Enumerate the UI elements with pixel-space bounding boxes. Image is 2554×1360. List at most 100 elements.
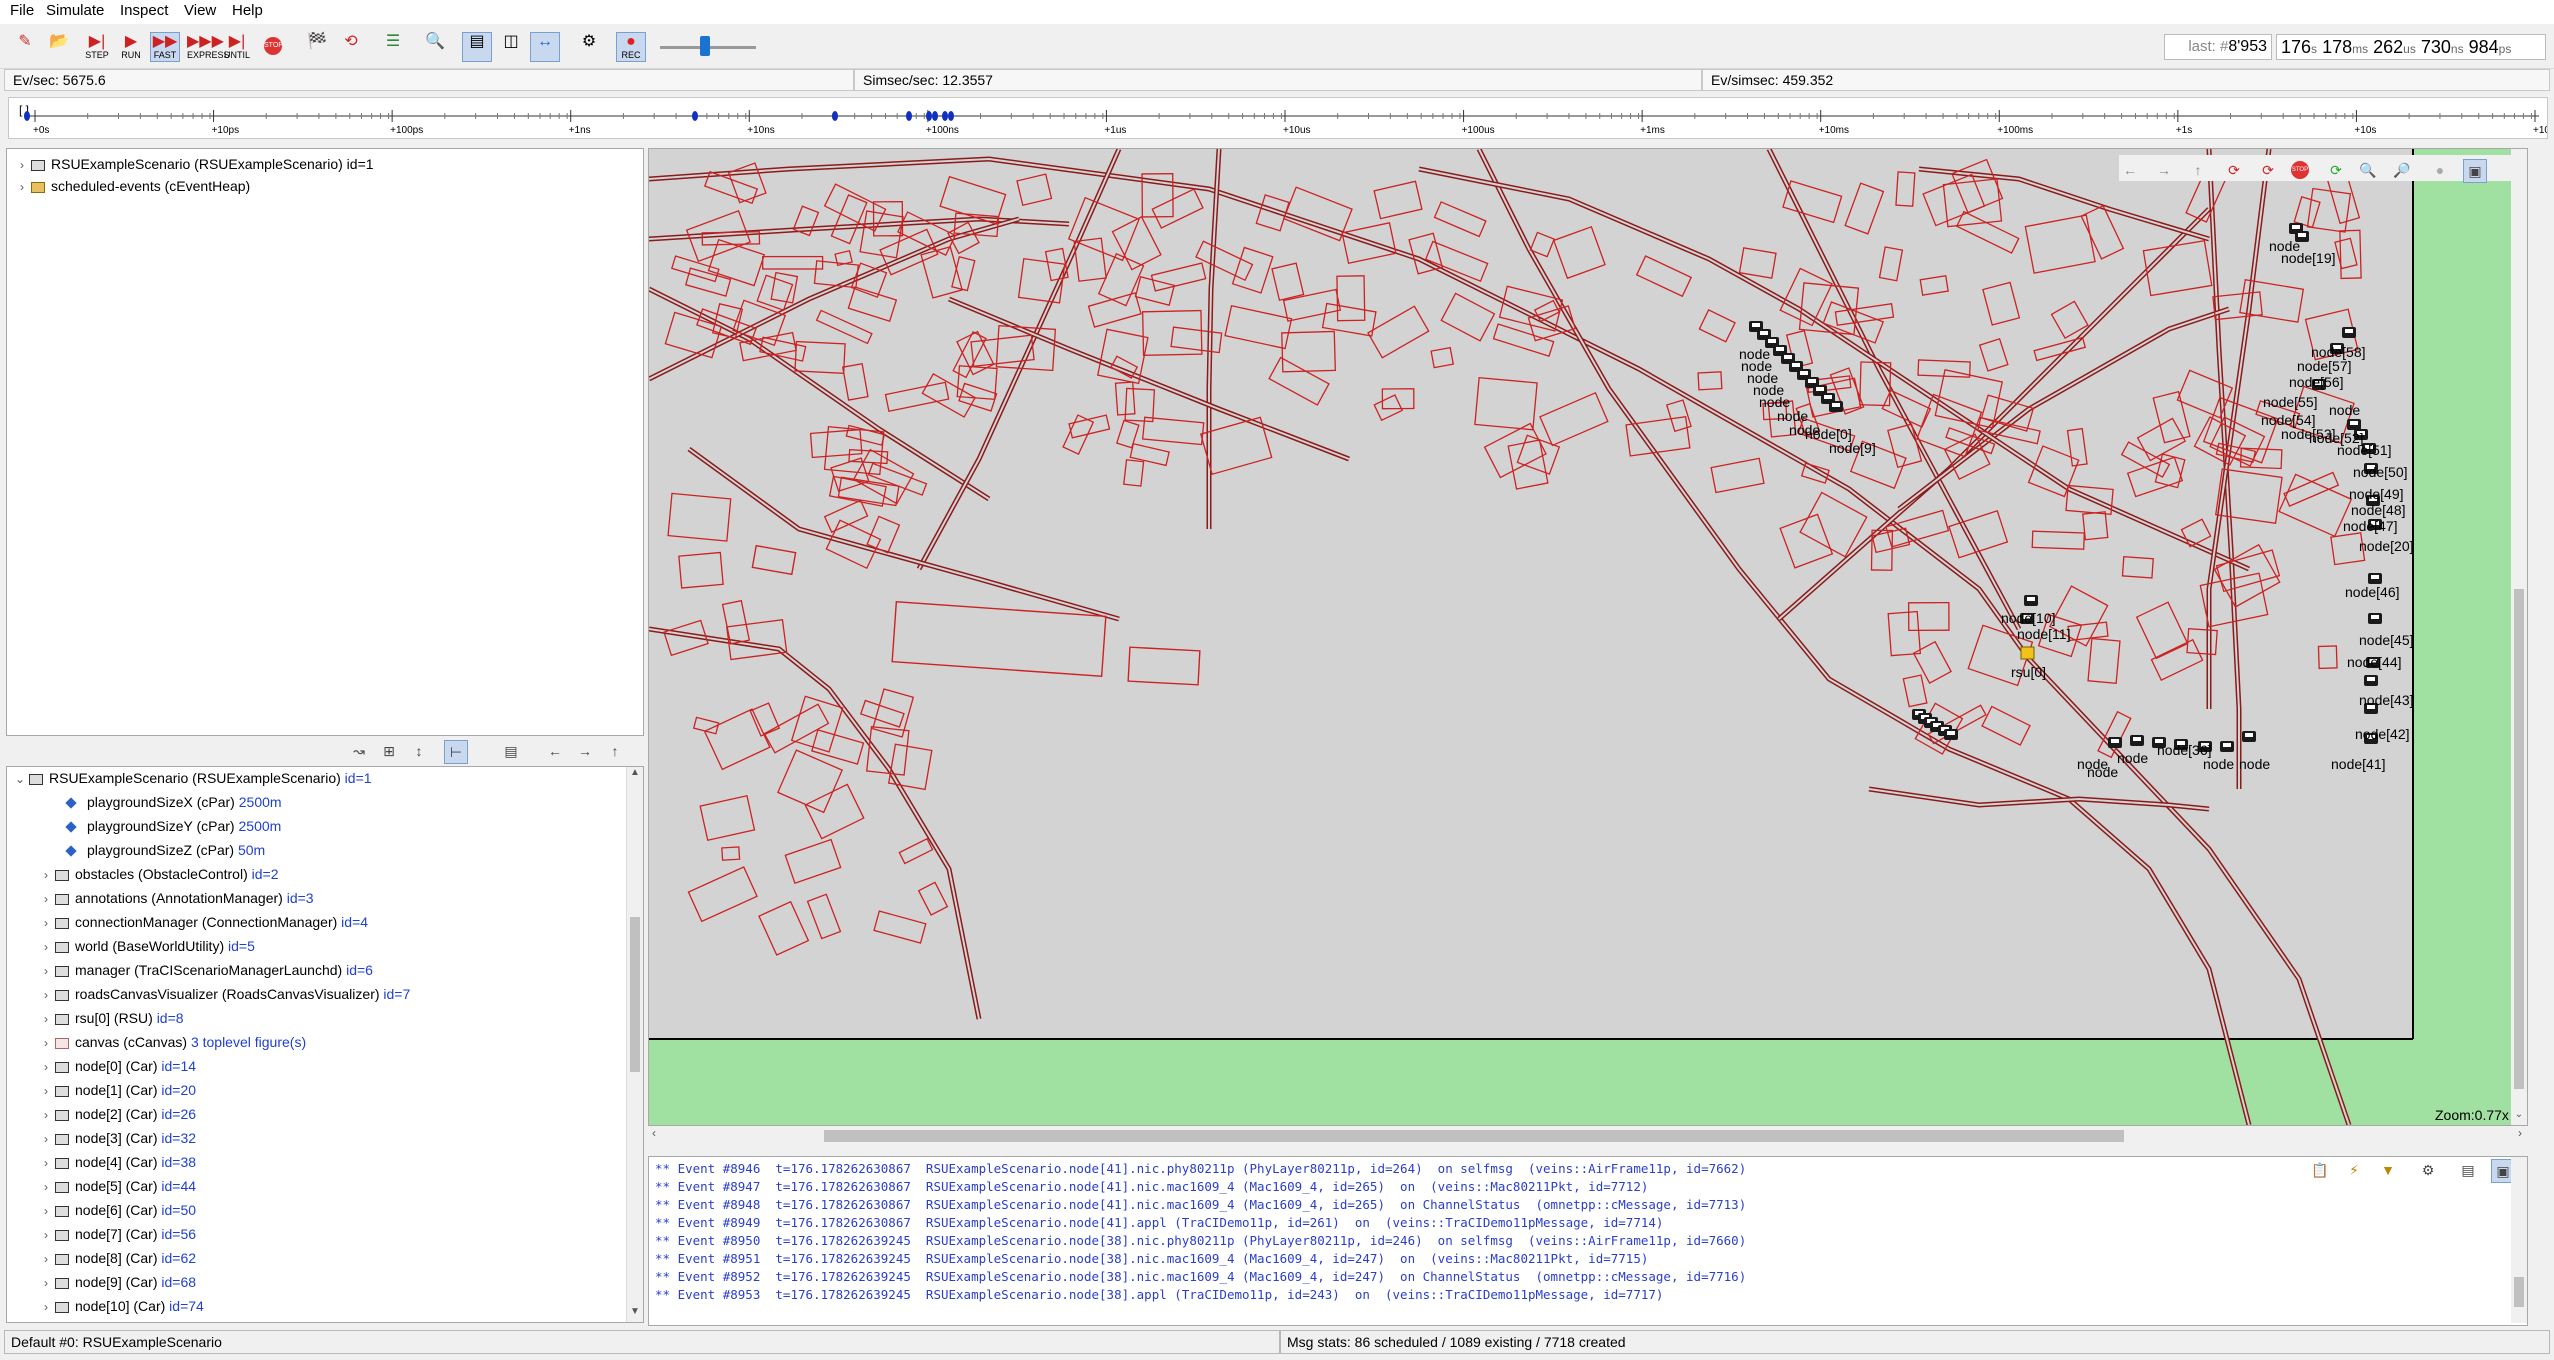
- gear-icon[interactable]: ⚙: [574, 32, 604, 62]
- inspector-child-row[interactable]: › node[3] (Car) id=32: [37, 1127, 196, 1149]
- scroll-down-icon[interactable]: ▼: [627, 1306, 643, 1322]
- inspector-child-row[interactable]: › node[4] (Car) id=38: [37, 1151, 196, 1173]
- timeline-event-marker[interactable]: [24, 111, 30, 121]
- timeline-event-marker[interactable]: [942, 111, 948, 121]
- flat-view-icon[interactable]: ↕: [408, 740, 430, 762]
- inspector-root[interactable]: ⌄ RSUExampleScenario (RSUExampleScenario)…: [11, 767, 372, 789]
- forward-arrow-icon[interactable]: →: [574, 740, 596, 762]
- filter-icon[interactable]: ▼: [2377, 1159, 2399, 1181]
- new-run-icon[interactable]: ✎: [10, 32, 40, 62]
- record-button[interactable]: ● REC: [616, 32, 646, 62]
- chevron-right-icon[interactable]: ›: [37, 912, 55, 934]
- inspector-child-row[interactable]: › node[2] (Car) id=26: [37, 1103, 196, 1125]
- find-icon[interactable]: ⚡: [2343, 1159, 2365, 1181]
- inspector-child-row[interactable]: › node[10] (Car) id=74: [37, 1295, 204, 1317]
- scroll-thumb[interactable]: [2514, 589, 2524, 1089]
- go-to-parent-icon[interactable]: ↝: [348, 740, 370, 762]
- express-button[interactable]: ▶▶▶ EXPRESS: [186, 32, 230, 62]
- rsu-icon[interactable]: [2020, 646, 2035, 660]
- up-arrow-icon[interactable]: ↑: [2187, 159, 2209, 181]
- menu-view[interactable]: View: [184, 2, 216, 19]
- load-ned-icon[interactable]: 📂: [44, 32, 74, 62]
- inspector-child-row[interactable]: › world (BaseWorldUtility) id=5: [37, 935, 255, 957]
- tree-item-scheduled-events[interactable]: › scheduled-events (cEventHeap): [13, 175, 250, 197]
- canvas-horizontal-scrollbar[interactable]: ‹ ›: [648, 1126, 2526, 1146]
- chevron-right-icon[interactable]: ›: [37, 1200, 55, 1222]
- menu-help[interactable]: Help: [232, 2, 263, 19]
- chevron-right-icon[interactable]: ›: [37, 1032, 55, 1054]
- event-timeline[interactable]: [ ] +0s +10ps +100ps +1ns +10ns +100ns +1us +10u…: [8, 97, 2554, 139]
- inspector-child-row[interactable]: › node[9] (Car) id=68: [37, 1271, 196, 1293]
- vertical-scrollbar[interactable]: ▲ ▼: [626, 767, 643, 1322]
- scroll-right-icon[interactable]: ›: [2518, 1126, 2522, 1140]
- inspector-child-row[interactable]: › manager (TraCIScenarioManagerLaunchd) i…: [37, 959, 373, 981]
- menu-inspect[interactable]: Inspect: [120, 2, 168, 19]
- layout-horizontal-icon[interactable]: ▤: [462, 32, 492, 62]
- chevron-down-icon[interactable]: ⌄: [11, 768, 29, 790]
- inspector-child-row[interactable]: › node[7] (Car) id=56: [37, 1223, 196, 1245]
- chevron-right-icon[interactable]: ›: [37, 1224, 55, 1246]
- inspector-child-row[interactable]: › canvas (cCanvas) 3 toplevel figure(s): [37, 1031, 306, 1053]
- inspector-child-row[interactable]: › obstacles (ObstacleControl) id=2: [37, 863, 279, 885]
- chevron-right-icon[interactable]: ›: [37, 1128, 55, 1150]
- chevron-right-icon[interactable]: ›: [37, 1296, 55, 1318]
- rebuild-icon[interactable]: ⟲: [336, 32, 366, 62]
- scroll-thumb[interactable]: [630, 917, 640, 1072]
- inspector-child-row[interactable]: › annotations (AnnotationManager) id=3: [37, 887, 314, 909]
- timeline-event-marker[interactable]: [832, 111, 838, 121]
- log-scrollbar[interactable]: [2511, 1157, 2527, 1323]
- layout-vertical-icon[interactable]: ◫: [496, 32, 526, 62]
- menu-file[interactable]: File: [10, 2, 34, 19]
- group-by-icon[interactable]: ⊞: [378, 740, 400, 762]
- timeline-event-marker[interactable]: [948, 111, 954, 121]
- chevron-right-icon[interactable]: ›: [37, 888, 55, 910]
- network-canvas[interactable]: node[19] node[58] node[57] node[56] node[55]…: [648, 148, 2528, 1126]
- chevron-right-icon[interactable]: ›: [37, 984, 55, 1006]
- run-button[interactable]: ▶ RUN: [116, 32, 146, 62]
- until-button[interactable]: ▶| UNTIL: [222, 32, 252, 62]
- param-row[interactable]: playgroundSizeY (cPar) 2500m: [63, 815, 281, 837]
- finish-flag-icon[interactable]: 🏁: [302, 32, 332, 62]
- step-button[interactable]: ▶| STEP: [82, 32, 112, 62]
- timeline-toggle-icon[interactable]: ↔: [530, 32, 560, 62]
- back-arrow-icon[interactable]: ←: [544, 740, 566, 762]
- chevron-right-icon[interactable]: ›: [13, 176, 31, 198]
- tree-item-scenario[interactable]: › RSUExampleScenario (RSUExampleScenario)…: [13, 153, 374, 175]
- chevron-down-icon[interactable]: ⌄: [2511, 1109, 2527, 1125]
- stop-icon[interactable]: STOP: [258, 32, 288, 62]
- search-icon[interactable]: 🔍: [420, 32, 450, 62]
- messages-view-icon[interactable]: ▤: [2457, 1159, 2479, 1181]
- timeline-event-marker[interactable]: [926, 111, 932, 121]
- inspector-child-row[interactable]: › roadsCanvasVisualizer (RoadsCanvasVisua…: [37, 983, 410, 1005]
- chevron-right-icon[interactable]: ›: [37, 1152, 55, 1174]
- menu-simulate[interactable]: Simulate: [46, 2, 104, 19]
- refresh-icon[interactable]: ⟳: [2325, 159, 2347, 181]
- inspector-child-row[interactable]: › node[6] (Car) id=50: [37, 1199, 196, 1221]
- event-log[interactable]: 📋 ⚡ ▼ ⚙ ▤ ▣ ** Event #8946 t=176.1782626…: [648, 1156, 2528, 1326]
- gear-icon[interactable]: ⚙: [2417, 1159, 2439, 1181]
- scroll-thumb[interactable]: [2514, 1277, 2524, 1307]
- chevron-right-icon[interactable]: ›: [37, 864, 55, 886]
- layout-icon[interactable]: ▣: [2463, 159, 2487, 183]
- event-filter-icon[interactable]: ☰: [378, 32, 408, 62]
- inheritance-view-icon[interactable]: ▤: [500, 740, 522, 762]
- up-arrow-icon[interactable]: ↑: [604, 740, 626, 762]
- timeline-event-marker[interactable]: [932, 111, 938, 121]
- canvas-vertical-scrollbar[interactable]: ⌄: [2511, 149, 2527, 1125]
- chevron-right-icon[interactable]: ›: [37, 1248, 55, 1270]
- timeline-event-marker[interactable]: [692, 111, 698, 121]
- children-view-icon[interactable]: ⊢: [444, 740, 468, 764]
- speed-slider-thumb[interactable]: [700, 36, 710, 56]
- chevron-right-icon[interactable]: ›: [37, 960, 55, 982]
- chevron-right-icon[interactable]: ›: [37, 1104, 55, 1126]
- zoom-in-icon[interactable]: 🔍: [2357, 159, 2379, 181]
- chevron-right-icon[interactable]: ›: [37, 1272, 55, 1294]
- inspector-child-row[interactable]: › node[5] (Car) id=44: [37, 1175, 196, 1197]
- chevron-right-icon[interactable]: ›: [37, 1080, 55, 1102]
- forward-arrow-icon[interactable]: →: [2153, 159, 2175, 181]
- scroll-thumb[interactable]: [824, 1130, 2124, 1142]
- inspector-child-row[interactable]: › node[1] (Car) id=20: [37, 1079, 196, 1101]
- run-local-icon[interactable]: ⟳: [2223, 159, 2245, 181]
- copy-icon[interactable]: 📋: [2309, 1159, 2331, 1181]
- timeline-event-marker[interactable]: [906, 111, 912, 121]
